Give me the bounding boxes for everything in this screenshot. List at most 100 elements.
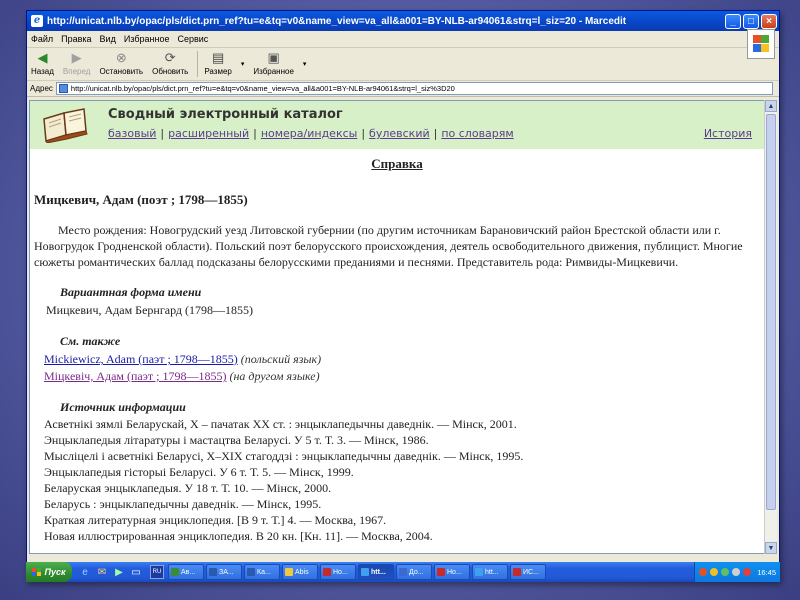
menu-bar: Файл Правка Вид Избранное Сервис bbox=[27, 31, 779, 48]
language-indicator[interactable]: RU bbox=[150, 565, 164, 579]
ie-icon bbox=[361, 568, 369, 576]
taskbar-item[interactable]: htt... bbox=[472, 564, 508, 580]
shield-tray-icon[interactable] bbox=[710, 568, 719, 576]
variant-heading: Вариантная форма имени bbox=[60, 285, 202, 299]
network-tray-icon[interactable] bbox=[721, 568, 730, 576]
refresh-icon: ⟳ bbox=[164, 50, 176, 65]
see-also-heading: См. также bbox=[60, 334, 121, 348]
reference-body: Справка Мицкевич, Адам (поэт ; 1798—1855… bbox=[30, 156, 764, 544]
page-content: Сводный электронный каталог базовый | расш… bbox=[29, 100, 765, 554]
app-icon bbox=[513, 568, 521, 576]
page-icon bbox=[58, 84, 68, 93]
address-bar: Адрес http://unicat.nlb.by/opac/pls/dict… bbox=[27, 81, 779, 97]
start-button[interactable]: Пуск bbox=[26, 562, 72, 582]
taskbar-item[interactable]: До... bbox=[396, 564, 432, 580]
nav-extended-link[interactable]: расширенный bbox=[168, 127, 249, 140]
app-tray-icon[interactable] bbox=[743, 568, 752, 576]
nav-basic-link[interactable]: базовый bbox=[108, 127, 156, 140]
text-size-button[interactable]: ▤ Размер bbox=[204, 50, 232, 76]
size-dropdown-icon[interactable]: ▾ bbox=[241, 60, 245, 68]
see-also-note: (на другом языке) bbox=[229, 369, 320, 383]
forward-button[interactable]: ▶ Вперед bbox=[63, 50, 91, 76]
taskbar-item[interactable]: Ка... bbox=[244, 564, 280, 580]
taskbar-item[interactable]: Ав... bbox=[168, 564, 204, 580]
person-description: Место рождения: Новогрудский уезд Литовс… bbox=[34, 223, 743, 269]
menu-view[interactable]: Вид bbox=[100, 34, 116, 44]
menu-favorites[interactable]: Избранное bbox=[124, 34, 170, 44]
history-link[interactable]: История bbox=[704, 127, 752, 140]
taskbar-item[interactable]: Но... bbox=[320, 564, 356, 580]
ie-quicklaunch-icon[interactable]: e bbox=[78, 565, 92, 579]
toolbar-separator bbox=[197, 51, 199, 77]
open-book-icon bbox=[43, 108, 88, 143]
see-also-link-other[interactable]: Міцкевіч, Адам (паэт ; 1798—1855) bbox=[44, 369, 226, 383]
person-name: Мицкевич, Адам (поэт ; 1798—1855) bbox=[34, 192, 248, 207]
text-size-icon: ▤ bbox=[211, 50, 225, 65]
app-icon bbox=[209, 568, 217, 576]
ie-icon: e bbox=[31, 15, 43, 27]
see-also-link-polish[interactable]: Mickiewicz, Adam (паэт ; 1798—1855) bbox=[44, 352, 238, 366]
scroll-thumb[interactable] bbox=[766, 114, 776, 510]
address-input[interactable]: http://unicat.nlb.by/opac/pls/dict.prn_r… bbox=[55, 82, 773, 95]
taskbar-item[interactable]: Но... bbox=[434, 564, 470, 580]
taskbar-item[interactable]: Abis bbox=[282, 564, 318, 580]
back-button[interactable]: ◀ Назад bbox=[31, 50, 54, 76]
page-heading: Справка bbox=[371, 156, 423, 171]
outlook-quicklaunch-icon[interactable]: ✉ bbox=[95, 565, 109, 579]
search-mode-nav: базовый | расширенный | номера/индексы | булев… bbox=[108, 127, 514, 140]
taskbar: Пуск e ✉ ▶ ▭ RU Ав... ЗА... Ка... Abis Н… bbox=[26, 562, 780, 582]
see-also-item: Міцкевіч, Адам (паэт ; 1798—1855) (на др… bbox=[44, 369, 764, 384]
source-item: Беларуская энцыклапедыя. У 18 т. Т. 10. … bbox=[44, 481, 332, 495]
browser-window: e http://unicat.nlb.by/opac/pls/dict.prn… bbox=[26, 10, 780, 582]
toolbar: ◀ Назад ▶ Вперед ⊗ Остановить ⟳ Обновить… bbox=[27, 48, 779, 81]
vertical-scrollbar[interactable]: ▲ ▼ bbox=[764, 100, 777, 554]
back-arrow-icon: ◀ bbox=[37, 50, 48, 65]
source-item: Мысліцелі і асветнікі Беларусі, X–XIX ст… bbox=[44, 449, 524, 463]
see-also-item: Mickiewicz, Adam (паэт ; 1798—1855) (пол… bbox=[44, 352, 764, 367]
stop-icon: ⊗ bbox=[115, 50, 127, 65]
source-item: Энцыклапедыя літаратуры і мастацтва Бела… bbox=[44, 433, 429, 447]
favorites-dropdown-icon[interactable]: ▾ bbox=[303, 60, 307, 68]
volume-tray-icon[interactable] bbox=[732, 568, 741, 576]
favorites-button[interactable]: ▣ Избранное bbox=[253, 50, 294, 76]
refresh-button[interactable]: ⟳ Обновить bbox=[152, 50, 188, 76]
nav-numbers-link[interactable]: номера/индексы bbox=[261, 127, 358, 140]
close-button[interactable]: × bbox=[761, 13, 777, 29]
menu-file[interactable]: Файл bbox=[31, 34, 53, 44]
scroll-down-button[interactable]: ▼ bbox=[765, 542, 777, 554]
app-icon bbox=[247, 568, 255, 576]
title-bar: e http://unicat.nlb.by/opac/pls/dict.prn… bbox=[27, 11, 779, 31]
taskbar-item[interactable]: ИС... bbox=[510, 564, 546, 580]
ie-icon bbox=[475, 568, 483, 576]
see-also-note: (польский язык) bbox=[240, 352, 322, 366]
windows-flag-icon bbox=[32, 567, 41, 577]
source-item: Энцыклапедыя гісторыі Беларусі. У 6 т. Т… bbox=[44, 465, 354, 479]
forward-arrow-icon: ▶ bbox=[71, 50, 82, 65]
nav-dictionaries-link[interactable]: по словарям bbox=[441, 127, 513, 140]
menu-edit[interactable]: Правка bbox=[61, 34, 91, 44]
app-icon bbox=[399, 568, 407, 576]
antivirus-tray-icon[interactable] bbox=[699, 568, 708, 576]
desktop-quicklaunch-icon[interactable]: ▭ bbox=[129, 565, 143, 579]
system-tray: 16:45 bbox=[694, 562, 780, 582]
menu-tools[interactable]: Сервис bbox=[177, 34, 208, 44]
folder-icon bbox=[285, 568, 293, 576]
app-icon bbox=[437, 568, 445, 576]
variant-name: Мицкевич, Адам Бернгард (1798—1855) bbox=[46, 303, 254, 317]
stop-button[interactable]: ⊗ Остановить bbox=[99, 50, 143, 76]
scroll-up-button[interactable]: ▲ bbox=[765, 100, 777, 112]
source-item: Беларусь : энцыклапедычны даведнік. — Мі… bbox=[44, 497, 322, 511]
taskbar-item[interactable]: ЗА... bbox=[206, 564, 242, 580]
media-quicklaunch-icon[interactable]: ▶ bbox=[112, 565, 126, 579]
nav-boolean-link[interactable]: булевский bbox=[369, 127, 430, 140]
sources-heading: Источник информации bbox=[60, 400, 186, 414]
source-item: Краткая литературная энциклопедия. [В 9 … bbox=[44, 513, 387, 527]
maximize-button[interactable]: □ bbox=[743, 13, 759, 29]
window-title: http://unicat.nlb.by/opac/pls/dict.prn_r… bbox=[47, 15, 627, 27]
source-item: Новая иллюстрированная энциклопедия. В 2… bbox=[44, 529, 433, 543]
minimize-button[interactable]: _ bbox=[725, 13, 741, 29]
favorites-icon: ▣ bbox=[267, 50, 280, 65]
app-icon bbox=[171, 568, 179, 576]
catalog-banner: Сводный электронный каталог базовый | расш… bbox=[30, 101, 764, 149]
taskbar-item-active[interactable]: htt... bbox=[358, 564, 394, 580]
